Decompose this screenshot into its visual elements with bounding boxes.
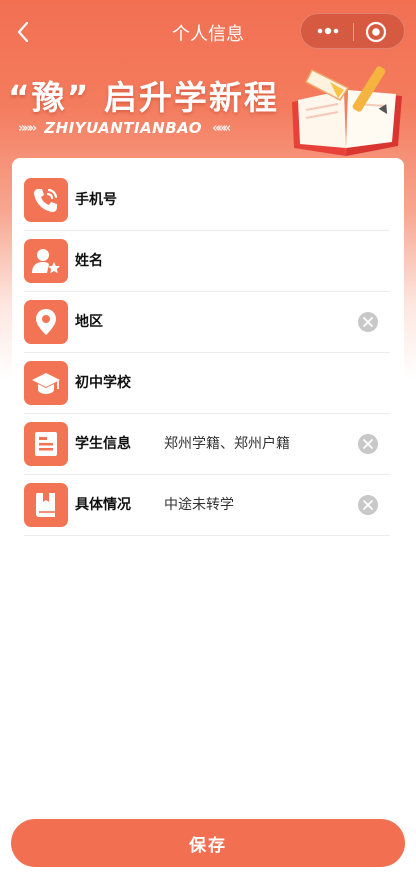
banner-title: “豫” 启升学新程 bbox=[8, 78, 279, 117]
form-row-label: 学生信息 bbox=[75, 436, 131, 452]
clear-region-button[interactable] bbox=[358, 312, 378, 332]
close-icon bbox=[363, 439, 373, 449]
user-star-icon bbox=[32, 249, 60, 274]
form-row-region[interactable]: 地区 bbox=[24, 292, 390, 353]
chevrons-right: ««« bbox=[212, 120, 231, 136]
banner-subtitle: »»» ZHIYUANTIANBAO ««« bbox=[18, 118, 231, 138]
form-row-label: 具体情况 bbox=[75, 497, 131, 513]
phone-icon bbox=[34, 188, 58, 212]
more-dots-icon bbox=[317, 27, 339, 35]
form-row-label: 地区 bbox=[75, 314, 103, 330]
more-button[interactable] bbox=[315, 22, 341, 40]
clear-student-info-button[interactable] bbox=[358, 434, 378, 454]
form-card: 手机号 姓名 地区 初中学校 学生信息 郑州学籍、郑州户籍 具体情况 中途未转学 bbox=[12, 158, 404, 550]
open-book-illustration bbox=[292, 66, 402, 156]
capsule-divider bbox=[353, 23, 354, 41]
banner-subtitle-text: ZHIYUANTIANBAO bbox=[44, 119, 203, 137]
user-star-icon-box bbox=[24, 239, 68, 283]
target-circle-icon bbox=[365, 21, 387, 43]
graduation-cap-icon bbox=[32, 373, 60, 394]
location-pin-icon bbox=[36, 309, 56, 335]
graduation-cap-icon-box bbox=[24, 361, 68, 405]
navigation-bar: 个人信息 bbox=[0, 0, 416, 64]
book-icon bbox=[36, 493, 55, 517]
mini-program-capsule bbox=[300, 13, 405, 49]
clear-situation-button[interactable] bbox=[358, 495, 378, 515]
form-row-middle-school[interactable]: 初中学校 bbox=[24, 353, 390, 414]
save-button[interactable]: 保存 bbox=[11, 819, 405, 867]
situation-value[interactable]: 中途未转学 bbox=[164, 494, 234, 514]
book-icon-box bbox=[24, 483, 68, 527]
form-row-label: 初中学校 bbox=[75, 375, 131, 391]
form-row-name[interactable]: 姓名 bbox=[24, 231, 390, 292]
form-row-student-info[interactable]: 学生信息 郑州学籍、郑州户籍 bbox=[24, 414, 390, 475]
chevrons-left: »»» bbox=[18, 120, 37, 136]
id-card-icon-box bbox=[24, 422, 68, 466]
phone-icon-box bbox=[24, 178, 68, 222]
close-icon bbox=[363, 500, 373, 510]
close-icon bbox=[363, 317, 373, 327]
id-card-icon bbox=[35, 432, 57, 456]
form-row-phone[interactable]: 手机号 bbox=[24, 170, 390, 231]
form-row-label: 姓名 bbox=[75, 253, 103, 269]
location-pin-icon-box bbox=[24, 300, 68, 344]
close-mini-program-button[interactable] bbox=[365, 21, 387, 43]
form-row-label: 手机号 bbox=[75, 192, 117, 208]
student-info-value[interactable]: 郑州学籍、郑州户籍 bbox=[164, 433, 290, 453]
form-row-situation[interactable]: 具体情况 中途未转学 bbox=[24, 475, 390, 536]
